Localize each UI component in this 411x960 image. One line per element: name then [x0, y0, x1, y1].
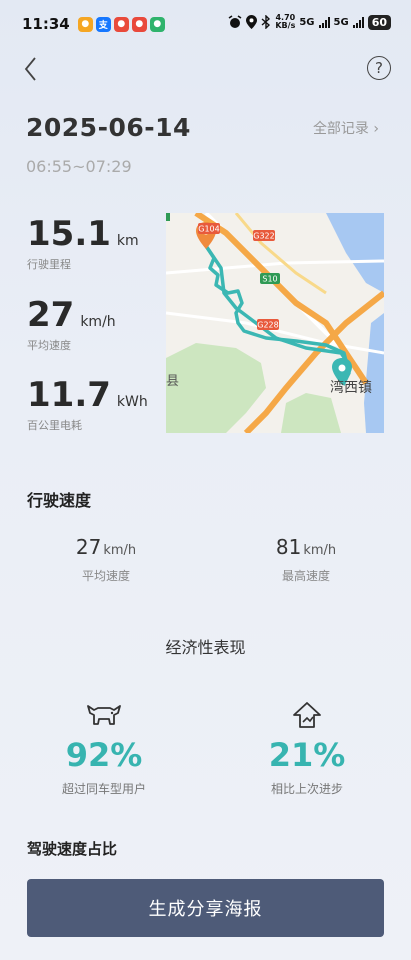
avg-speed-label: 平均速度	[27, 339, 71, 352]
progress-arrow-icon	[293, 702, 321, 728]
net-speed-unit: KB/s	[275, 21, 296, 30]
trip-route-map[interactable]: G104 G322 S10 G228 县 湾西镇	[166, 213, 384, 433]
max-speed-unit: km/h	[303, 543, 337, 558]
app-notification-icon: ●	[77, 16, 93, 32]
avg-speed-unit: km/h	[103, 543, 137, 558]
energy-unit: kWh	[116, 394, 148, 410]
stat-energy: 11.7 kWh 百公里电耗	[27, 375, 148, 433]
sim2-label: 5G	[333, 16, 349, 28]
trip-date: 2025-06-14	[26, 113, 191, 142]
bluetooth-icon	[261, 15, 271, 29]
location-icon	[246, 15, 258, 29]
speed-ratio-title: 驾驶速度占比	[27, 840, 118, 858]
app-notification-icon: ●	[149, 16, 165, 32]
svg-text:G322: G322	[253, 232, 274, 241]
map-place-label: 湾西镇	[330, 379, 372, 396]
distance-label: 行驶里程	[27, 258, 71, 271]
avg-speed-value: 27	[75, 535, 102, 559]
avg-speed-value: 27	[27, 295, 75, 335]
max-speed-value: 81	[275, 535, 302, 559]
economy-item-progress: 21% 相比上次进步	[227, 700, 387, 797]
svg-text:S10: S10	[262, 275, 277, 284]
svg-text:G228: G228	[257, 321, 278, 330]
signal-icon	[352, 16, 364, 28]
generate-share-poster-button[interactable]: 生成分享海报	[27, 879, 384, 937]
max-speed-label: 最高速度	[281, 569, 330, 583]
avg-speed-unit: km/h	[80, 314, 116, 330]
alipay-icon: 支	[95, 16, 111, 32]
sim1-label: 5G	[299, 16, 315, 28]
road-label-g322: G322	[253, 230, 275, 241]
stat-avg-speed: 27 km/h 平均速度	[27, 295, 116, 353]
road-label-g104: G104	[198, 223, 220, 234]
distance-unit: km	[116, 233, 139, 249]
notification-icons: ● 支 ● ● ●	[77, 16, 165, 32]
stat-distance: 15.1 km 行驶里程	[27, 214, 139, 272]
all-records-link[interactable]: 全部记录 ›	[313, 118, 379, 138]
rank-percent: 92%	[65, 736, 143, 774]
status-time: 11:34	[22, 15, 70, 33]
progress-percent: 21%	[268, 736, 346, 774]
battery-icon: 60	[367, 14, 391, 30]
alarm-icon	[228, 15, 242, 28]
help-icon[interactable]: ?	[367, 56, 391, 80]
max-speed-cell: 81 km/h 最高速度	[236, 535, 376, 584]
svg-text:G104: G104	[198, 225, 219, 234]
map-canvas: G104 G322 S10 G228 县 湾西镇	[166, 213, 384, 433]
map-place-label: 县	[166, 374, 179, 389]
road-label-g228: G228	[257, 319, 279, 330]
energy-label: 百公里电耗	[27, 419, 82, 432]
status-bar: 11:34 ● 支 ● ● ● 4.70 KB/s 5G 5G 60	[0, 0, 411, 48]
energy-value: 11.7	[27, 375, 111, 415]
bull-icon	[87, 705, 121, 725]
economy-title: 经济性表现	[165, 638, 246, 657]
economy-item-rank: 92% 超过同车型用户	[24, 700, 184, 797]
app-notification-icon: ●	[131, 16, 147, 32]
net-speed: 4.70 KB/s	[275, 14, 295, 30]
distance-value: 15.1	[27, 214, 111, 254]
status-indicators: 4.70 KB/s 5G 5G 60	[228, 14, 391, 30]
driving-speed-title: 行驶速度	[27, 491, 92, 510]
back-icon[interactable]	[18, 54, 48, 84]
avg-speed-cell: 27 km/h 平均速度	[36, 535, 176, 584]
signal-icon	[318, 16, 330, 28]
app-notification-icon: ●	[113, 16, 129, 32]
avg-speed-label: 平均速度	[81, 569, 130, 583]
top-nav: ?	[0, 52, 411, 88]
rank-label: 超过同车型用户	[61, 782, 146, 796]
road-label-s10: S10	[260, 273, 280, 284]
progress-label: 相比上次进步	[270, 782, 343, 796]
trip-time-range: 06:55~07:29	[26, 157, 132, 176]
